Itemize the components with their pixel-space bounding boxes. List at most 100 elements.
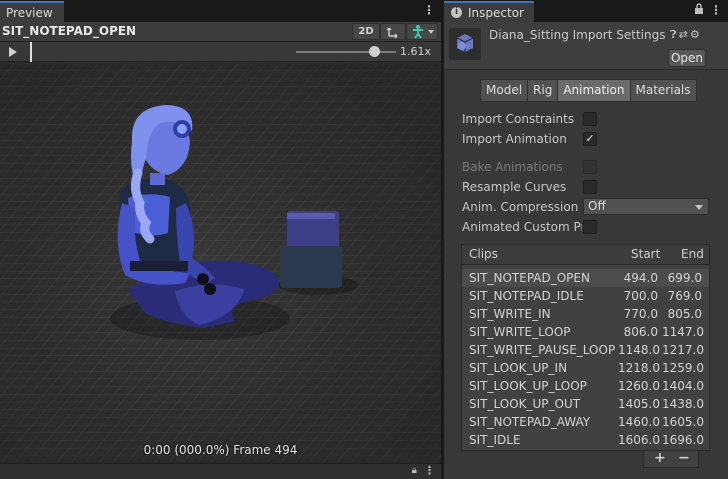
clips-column-header: Clips <box>469 247 498 261</box>
clip-start-cell: 1218.0 <box>618 361 660 375</box>
clip-start-cell: 1405.0 <box>618 397 660 411</box>
bake-animations-checkbox <box>583 160 597 174</box>
animated-custom-props-label: Animated Custom Properties <box>462 220 582 234</box>
clip-row[interactable]: SIT_LOOK_UP_IN 1218.0 1259.0 <box>462 359 709 377</box>
clip-name-cell: SIT_WRITE_PAUSE_LOOP <box>469 343 616 357</box>
tab-animation[interactable]: Animation <box>557 79 631 102</box>
clips-header: Clips Start End <box>462 245 709 265</box>
model-asset-icon <box>449 28 481 60</box>
clip-name-cell: SIT_NOTEPAD_OPEN <box>469 271 590 285</box>
playback-bar: 1.61x <box>0 42 441 62</box>
resample-curves-checkbox[interactable] <box>583 180 597 194</box>
inspector-menu-icon[interactable]: ⋮ <box>710 3 722 17</box>
inspector-panel: i Inspector ⋮ Diana_Sitting Import Setti… <box>444 0 728 479</box>
lock-icon[interactable] <box>694 3 704 18</box>
speed-slider-thumb[interactable] <box>369 46 380 57</box>
clip-row[interactable]: SIT_WRITE_PAUSE_LOOP 1148.0 1217.0 <box>462 341 709 359</box>
clip-row[interactable]: SIT_NOTEPAD_AWAY 1460.0 1605.0 <box>462 413 709 431</box>
import-constraints-checkbox[interactable] <box>583 112 597 126</box>
remove-clip-button[interactable]: − <box>678 450 690 466</box>
asset-header: Diana_Sitting Import Settings ❓︎⇄⚙ Open <box>444 22 728 70</box>
speed-slider[interactable] <box>296 51 396 53</box>
clip-start-cell: 1148.0 <box>618 343 660 357</box>
clip-row[interactable]: SIT_LOOK_UP_OUT 1405.0 1438.0 <box>462 395 709 413</box>
anim-compression-dropdown[interactable]: Off <box>583 198 709 215</box>
lock-icon[interactable]: 🔒︎ <box>412 465 417 476</box>
tab-materials[interactable]: Materials <box>629 79 697 102</box>
clip-row[interactable]: SIT_LOOK_UP_LOOP 1260.0 1404.0 <box>462 377 709 395</box>
add-clip-button[interactable]: + <box>654 450 666 466</box>
asset-title: Diana_Sitting Import Settings <box>489 28 666 42</box>
more-icon[interactable]: ⋮ <box>424 464 435 477</box>
start-column-header: Start <box>631 247 661 261</box>
clip-start-cell: 1460.0 <box>618 415 660 429</box>
pivot-icon[interactable] <box>380 23 406 40</box>
import-animation-checkbox[interactable]: ✓ <box>583 132 597 146</box>
clips-add-remove: + − <box>643 450 699 468</box>
clip-start-cell: 1606.0 <box>618 433 660 447</box>
timeline-cursor[interactable] <box>30 42 32 62</box>
import-tabs: Model Rig Animation Materials <box>480 79 697 102</box>
clip-row[interactable]: SIT_NOTEPAD_IDLE 700.0 769.0 <box>462 287 709 305</box>
clip-start-cell: 806.0 <box>623 325 658 339</box>
clip-end-cell: 1605.0 <box>662 415 704 429</box>
clip-start-cell: 494.0 <box>623 271 658 285</box>
clip-end-cell: 1438.0 <box>662 397 704 411</box>
clip-end-cell: 805.0 <box>667 307 702 321</box>
clip-row[interactable]: SIT_WRITE_IN 770.0 805.0 <box>462 305 709 323</box>
tab-inspector[interactable]: i Inspector <box>444 1 534 22</box>
clip-name-cell: SIT_LOOK_UP_OUT <box>469 397 581 411</box>
clip-row[interactable]: SIT_NOTEPAD_OPEN 494.0 699.0 <box>462 269 709 287</box>
open-button[interactable]: Open <box>668 49 706 67</box>
clip-end-cell: 1147.0 <box>662 325 704 339</box>
clip-name-cell: SIT_LOOK_UP_IN <box>469 361 568 375</box>
preview-tabbar: Preview ⋮ <box>0 0 441 22</box>
presets-icon[interactable]: ⇄ <box>679 28 690 41</box>
anim-compression-value: Off <box>588 199 606 213</box>
clips-list: Clips Start End SIT_NOTEPAD_OPEN 494.0 699… <box>461 244 710 451</box>
play-icon[interactable] <box>0 42 26 62</box>
clip-end-cell: 699.0 <box>667 271 702 285</box>
speed-value: 1.61x <box>400 45 432 58</box>
clip-name-cell: SIT_WRITE_IN <box>469 307 551 321</box>
info-icon: i <box>451 7 462 18</box>
bag-prop <box>280 211 342 288</box>
clip-row[interactable]: SIT_WRITE_LOOP 806.0 1147.0 <box>462 323 709 341</box>
preview-toolbar: SIT_NOTEPAD_OPEN 2D <box>0 22 441 42</box>
clip-name-cell: SIT_WRITE_LOOP <box>469 325 571 339</box>
import-animation-label: Import Animation <box>462 132 567 146</box>
preview-viewport[interactable] <box>0 63 441 462</box>
clip-name-cell: SIT_NOTEPAD_IDLE <box>469 289 584 303</box>
clip-start-cell: 770.0 <box>623 307 658 321</box>
clip-name: SIT_NOTEPAD_OPEN <box>2 24 137 38</box>
resample-curves-label: Resample Curves <box>462 180 567 194</box>
toggle-2d-button[interactable]: 2D <box>352 23 380 40</box>
clip-end-cell: 1404.0 <box>662 379 704 393</box>
end-column-header: End <box>681 247 704 261</box>
avatar-icon[interactable] <box>406 23 438 40</box>
tab-rig[interactable]: Rig <box>527 79 559 102</box>
clip-name-cell: SIT_IDLE <box>469 433 521 447</box>
frame-info: 0:00 (000.0%) Frame 494 <box>143 443 298 457</box>
preview-panel: Preview ⋮ SIT_NOTEPAD_OPEN 2D 1.61x 0:00… <box>0 0 441 479</box>
animated-custom-props-checkbox[interactable] <box>583 220 597 234</box>
header-icons: ❓︎⇄⚙ <box>670 28 702 42</box>
import-constraints-label: Import Constraints <box>462 112 575 126</box>
preview-menu-icon[interactable]: ⋮ <box>423 3 435 17</box>
inspector-tab-label: Inspector <box>468 6 524 20</box>
chevron-down-icon <box>695 205 703 210</box>
preview-bottom-bar: 🔒︎ ⋮ <box>0 463 441 479</box>
clip-name-cell: SIT_NOTEPAD_AWAY <box>469 415 591 429</box>
clip-row[interactable]: SIT_IDLE 1606.0 1696.0 <box>462 431 709 449</box>
tab-model[interactable]: Model <box>480 79 529 102</box>
clip-start-cell: 700.0 <box>623 289 658 303</box>
clip-end-cell: 1259.0 <box>662 361 704 375</box>
settings-icon[interactable]: ⚙ <box>690 28 702 41</box>
tab-preview[interactable]: Preview <box>0 1 64 22</box>
clip-end-cell: 1217.0 <box>662 343 704 357</box>
clip-end-cell: 1696.0 <box>662 433 704 447</box>
help-icon[interactable]: ❓︎ <box>670 28 679 41</box>
inspector-tabbar: i Inspector ⋮ <box>444 0 728 22</box>
clip-start-cell: 1260.0 <box>618 379 660 393</box>
anim-compression-label: Anim. Compression <box>462 200 579 214</box>
